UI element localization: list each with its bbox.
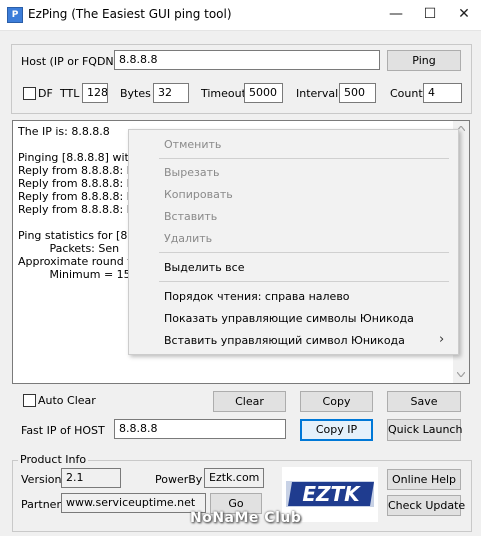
output-line: Reply from 8.8.8.8: by <box>18 190 141 203</box>
count-input[interactable]: 4 <box>423 83 462 103</box>
ttl-label: TTL <box>60 87 80 100</box>
output-line: Packets: Sen <box>18 242 120 255</box>
auto-clear-checkbox[interactable] <box>23 394 36 407</box>
fast-ip-label: Fast IP of HOST <box>21 424 105 437</box>
partner-value: www.serviceuptime.net <box>61 493 206 513</box>
bytes-label: Bytes <box>120 87 151 100</box>
host-input[interactable]: 8.8.8.8 <box>114 50 380 70</box>
ttl-input[interactable]: 128 <box>82 83 108 103</box>
submenu-arrow-icon: › <box>439 332 445 347</box>
version-label: Version <box>21 473 62 486</box>
minimize-button[interactable]: — <box>379 0 413 30</box>
maximize-button[interactable]: ☐ <box>413 0 447 30</box>
online-help-button[interactable]: Online Help <box>387 469 461 490</box>
menu-item-show-unicode-control[interactable]: Показать управляющие символы Юникода <box>164 312 414 325</box>
output-line: The IP is: 8.8.8.8 <box>18 125 110 138</box>
output-line: Ping statistics for [8.8. <box>18 229 142 242</box>
clear-button[interactable]: Clear <box>213 391 286 412</box>
menu-item-rtl-reading-order[interactable]: Порядок чтения: справа налево <box>164 290 350 303</box>
powerby-label: PowerBy <box>155 473 203 486</box>
logo-text: EZTK <box>302 482 361 506</box>
quick-launch-button[interactable]: Quick Launch <box>387 419 462 441</box>
count-label: Count <box>390 87 423 100</box>
copy-button[interactable]: Copy <box>300 391 373 412</box>
product-info-label: Product Info <box>18 453 89 466</box>
version-value: 2.1 <box>61 468 121 488</box>
menu-item-cut[interactable]: Вырезать <box>164 166 219 179</box>
interval-label: Interval <box>296 87 339 100</box>
menu-item-insert-unicode-control[interactable]: Вставить управляющий символ Юникода <box>164 334 405 347</box>
output-line: Approximate round trip <box>18 255 147 268</box>
menu-separator <box>159 252 449 253</box>
df-checkbox[interactable] <box>23 87 36 100</box>
timeout-input[interactable]: 5000 <box>244 83 283 103</box>
timeout-label: Timeout <box>201 87 246 100</box>
fast-ip-input[interactable]: 8.8.8.8 <box>114 419 286 439</box>
watermark: NoNaMe Club <box>190 510 302 526</box>
menu-item-delete[interactable]: Удалить <box>164 232 212 245</box>
copy-ip-button[interactable]: Copy IP <box>300 419 373 441</box>
scroll-down-icon[interactable] <box>457 372 465 377</box>
output-line: Minimum = 15 <box>18 268 131 281</box>
ping-button[interactable]: Ping <box>387 50 461 71</box>
auto-clear-label: Auto Clear <box>38 394 96 407</box>
menu-separator <box>159 158 449 159</box>
partner-label: Partner <box>21 498 61 511</box>
powerby-value: Eztk.com <box>204 468 264 488</box>
menu-item-paste[interactable]: Вставить <box>164 210 217 223</box>
host-label: Host (IP or FQDN) <box>21 55 118 68</box>
save-button[interactable]: Save <box>387 391 461 412</box>
menu-item-select-all[interactable]: Выделить все <box>164 261 244 274</box>
df-label: DF <box>38 87 53 100</box>
app-icon: P <box>7 7 23 23</box>
close-button[interactable]: ✕ <box>447 0 481 30</box>
menu-item-copy[interactable]: Копировать <box>164 188 233 201</box>
interval-input[interactable]: 500 <box>339 83 376 103</box>
output-line: Reply from 8.8.8.8: by <box>18 164 141 177</box>
title-bar: P EzPing (The Easiest GUI ping tool) — ☐… <box>0 0 481 31</box>
context-menu: Отменить Вырезать Копировать Вставить Уд… <box>128 129 459 355</box>
menu-separator <box>159 281 449 282</box>
output-line: Reply from 8.8.8.8: by <box>18 203 141 216</box>
window-title: EzPing (The Easiest GUI ping tool) <box>28 7 232 21</box>
output-line: Reply from 8.8.8.8: by <box>18 177 141 190</box>
check-update-button[interactable]: Check Update <box>387 495 465 516</box>
bytes-input[interactable]: 32 <box>153 83 189 103</box>
menu-item-undo[interactable]: Отменить <box>164 138 221 151</box>
